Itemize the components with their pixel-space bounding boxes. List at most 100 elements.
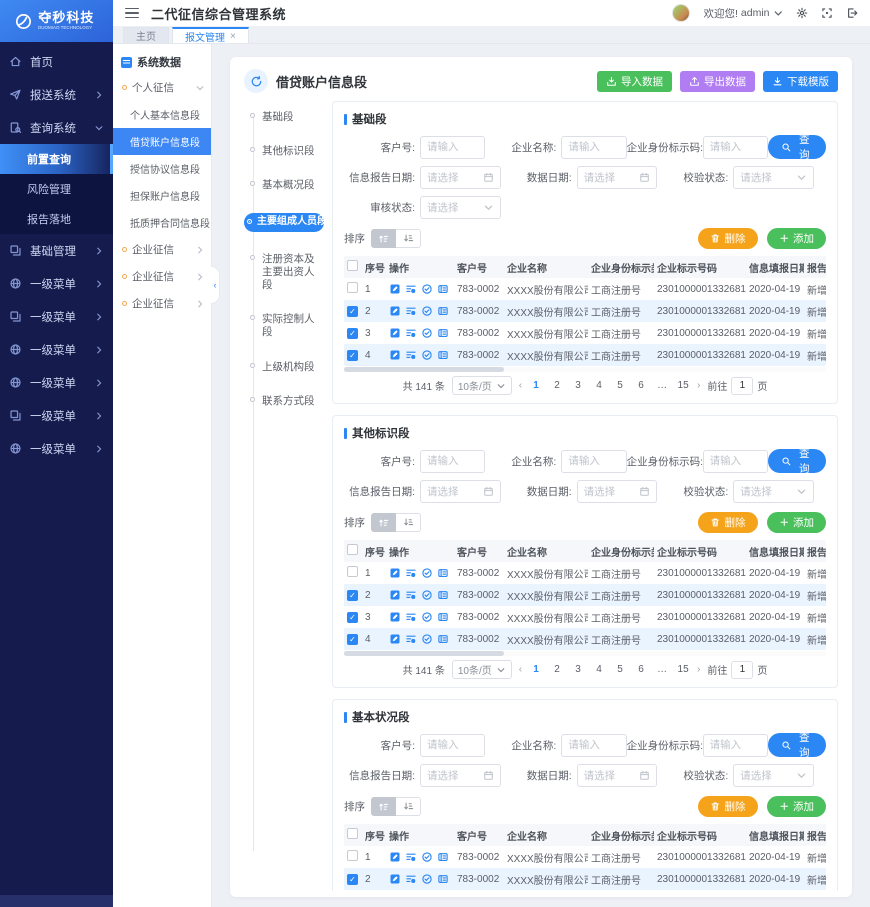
anchor-item[interactable]: 其他标识段 [251,145,324,158]
next-page-icon[interactable]: › [697,380,700,391]
row-checkbox[interactable]: ✓ [347,874,358,885]
record-card-icon[interactable] [437,873,449,885]
tree-node[interactable]: 企业征信 [113,263,211,290]
table-row[interactable]: ✓2783-0002XXXX股份有限公司工商注册号230100000133268… [344,300,826,322]
sidebar-item[interactable]: 一级菜单 [0,267,113,300]
date-picker[interactable]: 请选择 [577,764,658,787]
check-circle-icon[interactable] [421,633,433,645]
text-input[interactable] [568,739,619,751]
tree-node[interactable]: 企业征信 [113,236,211,263]
search-button[interactable]: 查询 [768,449,826,473]
tab-close-icon[interactable]: × [230,31,236,42]
page-number[interactable]: 2 [550,380,564,391]
row-checkbox[interactable]: ✓ [347,350,358,361]
column-header[interactable]: 信息填报日期 [746,256,804,278]
text-input[interactable] [427,141,478,153]
column-header[interactable]: 信息填报日期 [746,824,804,846]
sidebar-footer[interactable] [0,895,113,907]
page-number[interactable]: 3 [571,380,585,391]
anchor-item[interactable]: 实际控制人段 [251,313,324,339]
table-row[interactable]: ✓2783-0002XXXX股份有限公司工商注册号230100000133268… [344,584,826,606]
sort-asc-button[interactable] [371,229,396,248]
add-button[interactable]: 添加 [767,796,827,817]
sidebar-item[interactable]: 一级菜单 [0,399,113,432]
page-number[interactable]: 5 [613,380,627,391]
tree-child[interactable]: 担保账户信息段 [113,182,211,209]
sidebar-item[interactable]: 查询系统 [0,111,113,144]
text-input[interactable] [710,141,761,153]
row-checkbox[interactable]: ✓ [347,612,358,623]
view-detail-icon[interactable] [405,349,417,361]
check-circle-icon[interactable] [421,567,433,579]
delete-button[interactable]: 删除 [698,228,758,249]
table-row[interactable]: ✓4783-0002XXXX股份有限公司工商注册号230100000133268… [344,628,826,650]
user-menu[interactable]: 欢迎您! admin [703,6,783,21]
anchor-item[interactable]: 注册资本及主要出资人段 [251,253,324,292]
table-row[interactable]: 1783-0002XXXX股份有限公司工商注册号2301000001332681… [344,846,826,868]
column-header[interactable]: 企业名称 [504,256,588,278]
fullscreen-icon[interactable] [821,7,833,19]
column-header[interactable]: 序号 [362,824,386,846]
sort-asc-button[interactable] [371,513,396,532]
column-header[interactable]: 企业名称 [504,540,588,562]
edit-icon[interactable] [389,633,401,645]
table-row[interactable]: ✓3783-0002XXXX股份有限公司工商注册号230100000133268… [344,606,826,628]
anchor-item[interactable]: 联系方式段 [251,395,324,408]
sidebar-item[interactable]: 一级菜单 [0,300,113,333]
table-row[interactable]: ✓3783-0002XXXX股份有限公司工商注册号230100000133268… [344,890,826,891]
sidebar-subitem[interactable]: 风险管理 [0,174,113,204]
record-card-icon[interactable] [437,305,449,317]
add-button[interactable]: 添加 [767,228,827,249]
table-row[interactable]: 1783-0002XXXX股份有限公司工商注册号2301000001332681… [344,562,826,584]
check-circle-icon[interactable] [421,349,433,361]
page-number[interactable]: 2 [550,664,564,675]
text-input[interactable] [710,739,761,751]
page-number[interactable]: 4 [592,380,606,391]
column-header[interactable]: 报告时点说明代码 [804,256,826,278]
row-checkbox[interactable]: ✓ [347,328,358,339]
import-data-button[interactable]: 导入数据 [597,71,672,92]
sort-desc-button[interactable] [396,797,421,816]
check-circle-icon[interactable] [421,851,433,863]
view-detail-icon[interactable] [405,589,417,601]
check-circle-icon[interactable] [421,611,433,623]
column-header[interactable]: 客户号 [454,824,504,846]
view-detail-icon[interactable] [405,851,417,863]
record-card-icon[interactable] [437,851,449,863]
sort-desc-button[interactable] [396,229,421,248]
record-card-icon[interactable] [437,567,449,579]
sidebar-subitem[interactable]: 前置查询 [0,144,113,174]
select-control[interactable]: 请选择 [733,480,814,503]
date-picker[interactable]: 请选择 [420,166,501,189]
column-header[interactable]: 企业标示号码 [654,540,746,562]
date-picker[interactable]: 请选择 [577,166,658,189]
text-input[interactable] [427,455,478,467]
column-header[interactable]: 序号 [362,540,386,562]
view-detail-icon[interactable] [405,633,417,645]
edit-icon[interactable] [389,611,401,623]
row-checkbox[interactable] [347,828,358,839]
page-number[interactable]: 3 [571,664,585,675]
sidebar-item[interactable]: 一级菜单 [0,432,113,465]
sidebar-item[interactable]: 报送系统 [0,78,113,111]
record-card-icon[interactable] [437,589,449,601]
row-checkbox[interactable]: ✓ [347,634,358,645]
check-circle-icon[interactable] [421,589,433,601]
table-row[interactable]: 1783-0002XXXX股份有限公司工商注册号2301000001332681… [344,278,826,300]
column-header[interactable]: 企业标示号码 [654,824,746,846]
text-input[interactable] [427,739,478,751]
tab[interactable]: 主页 [123,27,169,43]
row-checkbox[interactable]: ✓ [347,590,358,601]
column-header[interactable]: 客户号 [454,540,504,562]
menu-toggle-icon[interactable] [125,8,139,19]
anchor-item[interactable]: 上级机构段 [251,361,324,374]
download-data-button[interactable]: 下载模版 [763,71,838,92]
check-circle-icon[interactable] [421,283,433,295]
edit-icon[interactable] [389,873,401,885]
page-size-select[interactable]: 10条/页 [452,660,512,679]
column-header[interactable]: 操作 [386,256,454,278]
sort-asc-button[interactable] [371,797,396,816]
sidebar-item[interactable]: 一级菜单 [0,366,113,399]
edit-icon[interactable] [389,567,401,579]
page-number[interactable]: 15 [676,664,690,675]
